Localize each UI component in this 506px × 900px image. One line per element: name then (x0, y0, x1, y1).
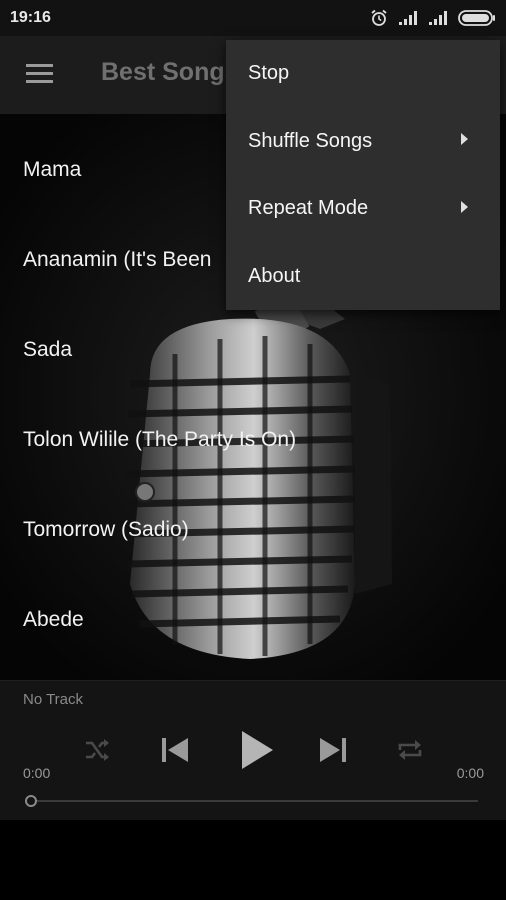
alarm-icon (370, 9, 388, 27)
previous-icon[interactable] (156, 731, 194, 769)
total-duration: 0:00 (456, 765, 484, 781)
submenu-arrow-icon (460, 132, 468, 150)
seek-thumb[interactable] (25, 795, 37, 807)
elapsed-time: 0:00 (23, 765, 51, 781)
list-item[interactable]: Tolon Wilile (The Party Is On) (0, 384, 506, 474)
song-title: Abede (23, 608, 84, 631)
shuffle-icon[interactable] (80, 733, 114, 767)
menu-item-shuffle-songs[interactable]: Shuffle Songs (226, 108, 500, 176)
submenu-arrow-icon (460, 200, 468, 218)
song-title: Sada (23, 338, 73, 361)
song-title: Tomorrow (Sadio) (23, 518, 189, 541)
song-title: Tolon Wilile (The Party Is On) (23, 428, 297, 451)
battery-icon (458, 10, 496, 26)
menu-item-label: About (248, 264, 301, 287)
list-item[interactable]: Tomorrow (Sadio) (0, 474, 506, 564)
menu-item-stop[interactable]: Stop (226, 40, 500, 108)
menu-item-label: Shuffle Songs (248, 129, 373, 152)
list-item[interactable]: Abede (0, 564, 506, 654)
repeat-icon[interactable] (393, 733, 427, 767)
next-icon[interactable] (314, 731, 352, 769)
play-icon[interactable] (234, 725, 280, 775)
song-title: Mama (23, 158, 82, 181)
hamburger-menu-icon[interactable] (26, 63, 54, 85)
overflow-menu: Stop Shuffle Songs Repeat Mode About (226, 40, 500, 310)
menu-item-repeat-mode[interactable]: Repeat Mode (226, 175, 500, 243)
seek-bar[interactable] (30, 800, 478, 802)
status-icons (370, 9, 496, 27)
status-time: 19:16 (10, 9, 51, 26)
song-title: Ananamin (It's Been (23, 248, 212, 271)
app-title: Best Songs (101, 58, 239, 86)
signal-icon (428, 10, 448, 26)
bottom-area (0, 820, 506, 900)
player-panel: No Track 0:00 0:00 (0, 680, 506, 821)
menu-item-about[interactable]: About (226, 243, 500, 311)
now-playing-label: No Track (23, 691, 84, 708)
menu-item-label: Repeat Mode (248, 197, 369, 220)
status-bar: 19:16 (0, 0, 506, 36)
menu-item-label: Stop (248, 62, 290, 85)
signal-icon (398, 10, 418, 26)
